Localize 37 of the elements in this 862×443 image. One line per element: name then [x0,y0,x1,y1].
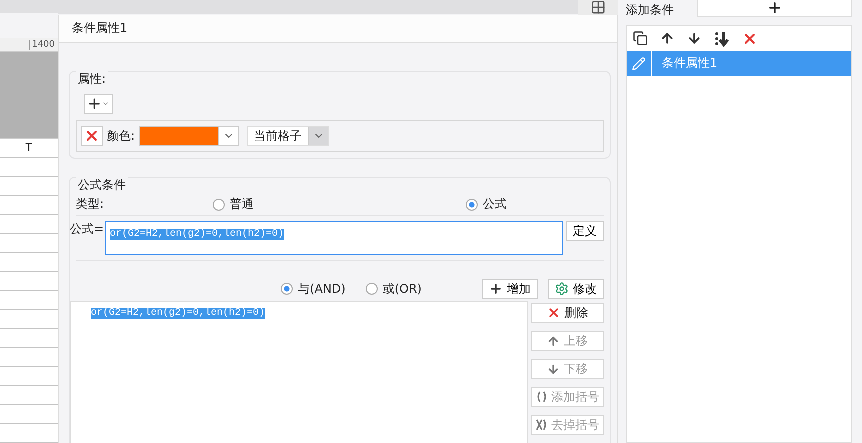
column-header: T [0,138,58,158]
caret-icon [102,100,110,108]
plus-icon [87,96,102,112]
brackets-remove-icon [536,419,548,431]
color-label: 颜色: [107,128,136,144]
logic-radio[interactable]: 与(AND) [281,280,346,298]
modify-button[interactable]: 修改 [548,279,604,299]
delete-icon [84,128,100,144]
remove-button[interactable] [81,126,103,146]
dialog-title: 条件属性1 [59,15,617,43]
add-property-button[interactable] [84,94,113,114]
grid-icon [590,0,606,15]
section-legend: 属性: [76,71,108,88]
formula-label: 公式= [70,221,102,238]
gear-icon [555,282,569,296]
pencil-icon [632,56,646,70]
color-dropdown[interactable] [139,126,240,146]
arrow-down-icon[interactable] [687,31,702,46]
toolbar-button[interactable] [578,0,618,15]
brackets-icon [536,391,548,403]
delete-icon [546,306,560,320]
plus-icon [489,282,503,296]
plus-icon [766,0,782,16]
define-button[interactable]: 定义 [566,221,604,241]
add-button[interactable]: 增加 [482,279,538,299]
copy-icon[interactable] [633,31,648,46]
delete-button[interactable]: 删除 [531,303,604,323]
arrow-down-icon [547,362,560,376]
arrow-up-icon [547,334,560,348]
section-legend: 公式条件 [76,177,128,194]
scope-dropdown[interactable]: 当前格子 [247,126,330,146]
logic-radio[interactable]: 或(OR) [366,280,422,298]
type-radio[interactable]: 公式 [466,196,507,213]
type-radio[interactable]: 普通 [213,196,466,213]
panel-title: 添加条件 [626,2,675,19]
type-label: 类型: [76,196,106,213]
move-bottom-icon[interactable] [714,30,730,46]
